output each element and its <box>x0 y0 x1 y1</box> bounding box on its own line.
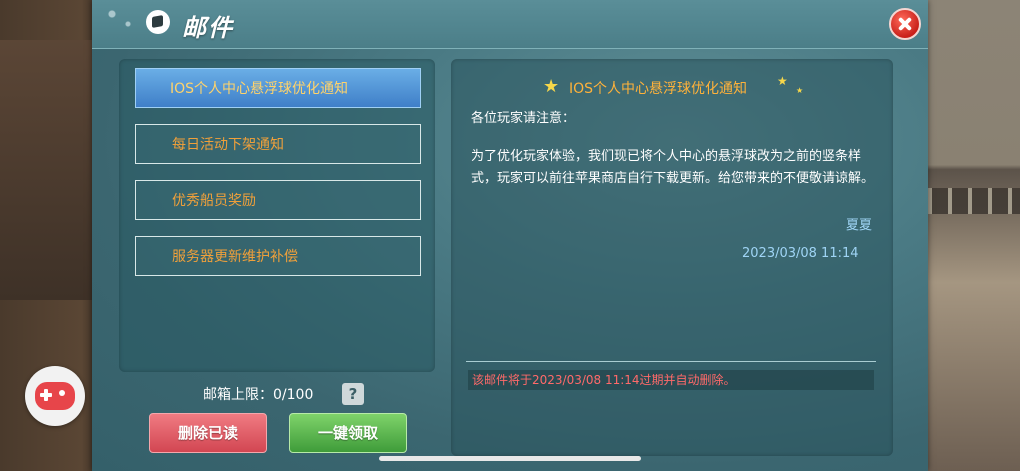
mail-icon <box>146 10 170 34</box>
help-button[interactable]: ? <box>342 383 364 405</box>
mail-detail-title: IOS个人中心悬浮球优化通知 <box>569 81 748 97</box>
mail-greeting: 各位玩家请注意： <box>471 111 576 126</box>
mail-body: 为了优化玩家体验，我们现已将个人中心的悬浮球改为之前的竖条样式，玩家可以前往苹果… <box>471 149 875 186</box>
mail-list-item[interactable]: 每日活动下架通知 <box>135 124 421 164</box>
mail-window-header: 邮件 <box>92 0 928 49</box>
scene-right-wall <box>920 0 1020 471</box>
delete-read-button[interactable]: 删除已读 <box>149 413 267 453</box>
claim-all-button[interactable]: 一键领取 <box>289 413 407 453</box>
close-button[interactable] <box>889 8 921 40</box>
gamepad-icon <box>35 382 75 410</box>
mail-list-item[interactable]: 优秀船员奖励 <box>135 180 421 220</box>
star-icon: ★ <box>796 86 804 95</box>
mail-signature: 夏夏 <box>846 218 873 233</box>
detail-divider <box>466 361 876 362</box>
gamepad-icon-dot <box>59 390 65 396</box>
mail-list-item[interactable]: 服务器更新维护补偿 <box>135 236 421 276</box>
scene-wall-pattern <box>920 188 1020 214</box>
expire-notice: 该邮件将于2023/03/08 11:14过期并自动删除。 <box>468 370 874 390</box>
star-icon: ★ <box>543 76 560 97</box>
window-title: 邮件 <box>182 14 234 42</box>
floating-gamepad-button[interactable] <box>25 366 85 426</box>
home-indicator[interactable] <box>379 456 641 461</box>
mailbox-capacity-label: 邮箱上限：0/100 <box>203 387 314 403</box>
mail-date: 2023/03/08 11:14 <box>742 246 859 261</box>
mail-list-item[interactable]: IOS个人中心悬浮球优化通知 <box>135 68 421 108</box>
star-icon: ★ <box>777 74 788 88</box>
scene-left-wall <box>0 40 92 300</box>
header-decoration <box>92 0 152 48</box>
